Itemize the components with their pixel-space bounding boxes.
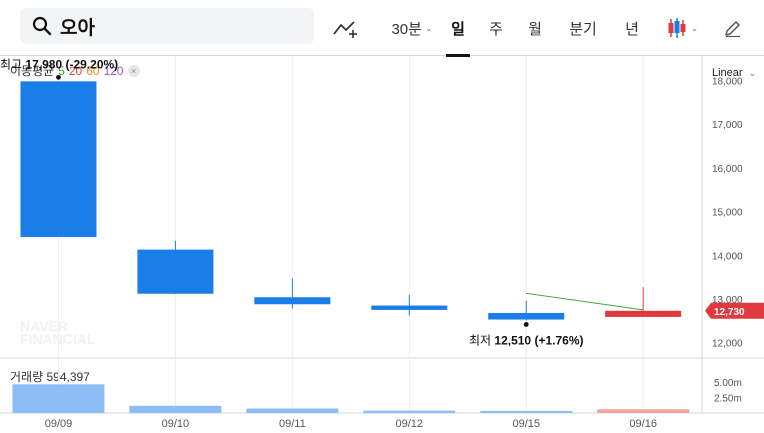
high-annotation-part: 17,980 [25, 57, 65, 71]
x-tick-label: 09/10 [162, 418, 190, 430]
x-tick-label: 09/11 [279, 418, 306, 430]
x-tick-label: 09/09 [45, 418, 73, 430]
high-marker [56, 74, 61, 80]
candle-body [605, 310, 682, 317]
volume-bar [597, 409, 690, 413]
y-tick-label: 18,000 [712, 76, 743, 87]
ma5-line [526, 292, 644, 311]
y-tick-label: 14,000 [712, 251, 743, 262]
chart-grid [0, 56, 764, 414]
last-price-tag: 12,730 [705, 302, 764, 319]
last-price-label: 12,730 [714, 307, 745, 318]
volume-tick-label: 2.50m [714, 393, 742, 404]
volume-bar [246, 408, 339, 413]
candle-body [137, 249, 214, 294]
low-annotation-part: 12,510 [494, 333, 534, 347]
x-tick-label: 09/15 [512, 418, 540, 430]
y-tick-label: 17,000 [712, 120, 743, 131]
y-tick-label: 15,000 [712, 208, 743, 219]
high-annotation: 최고 17,980 (-29.20%) [0, 57, 118, 71]
candle-body [371, 305, 448, 310]
date-axis: 09/09 09/10 09/11 09/12 09/15 09/16 [45, 418, 657, 430]
volume-tick-label: 5.00m [714, 378, 742, 389]
moving-average-lines [526, 292, 644, 311]
watermark-financial: FINANCIAL [20, 331, 96, 347]
x-tick-label: 09/12 [396, 418, 424, 430]
y-tick-label: 12,000 [712, 339, 743, 350]
low-annotation: 최저 12,510 (+1.76%) [469, 333, 584, 347]
price-chart[interactable]: NAVER FINANCIAL 최고 17,980 (-29.20%)최저 12… [0, 0, 764, 433]
candle-body [20, 81, 97, 237]
volume-bars [12, 384, 690, 413]
candlesticks [20, 81, 682, 321]
volume-axis: 5.00m 2.50m [714, 378, 742, 405]
volume-bar [129, 405, 222, 413]
low-marker [523, 322, 529, 327]
high-annotation-part: 최고 [0, 57, 25, 71]
low-annotation-part: 최저 [469, 333, 494, 347]
volume-bar [12, 384, 105, 413]
y-tick-label: 16,000 [712, 164, 743, 175]
x-tick-label: 09/16 [629, 418, 657, 430]
candle-body [488, 312, 565, 320]
candle-body [254, 297, 331, 305]
low-annotation-part: (+1.76%) [534, 333, 583, 347]
volume-bar [363, 410, 456, 413]
high-annotation-part: (-29.20%) [65, 57, 118, 71]
volume-bar [480, 410, 573, 413]
